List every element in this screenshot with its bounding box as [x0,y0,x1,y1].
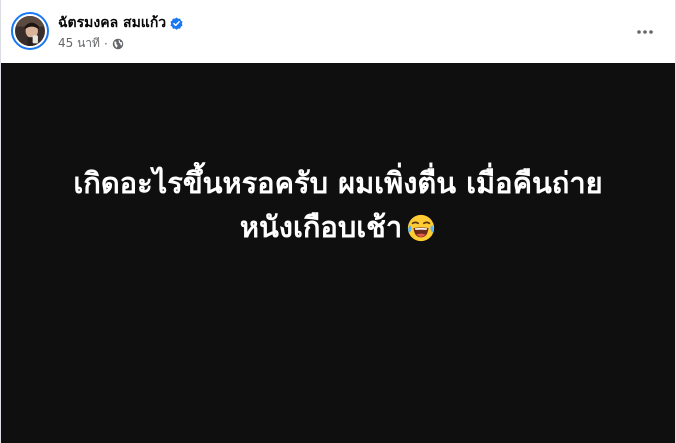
facebook-post: ฉัตรมงคล สมแก้ว 45 นาที · เกิดอะไรขึ้นหร… [0,0,676,443]
face-with-tears-of-joy-icon [406,213,436,243]
post-timestamp[interactable]: 45 นาที [58,34,100,53]
meta-separator: · [103,36,108,51]
post-header: ฉัตรมงคล สมแก้ว 45 นาที · [1,0,675,63]
globe-icon[interactable] [112,38,124,50]
more-horizontal-icon [635,22,655,42]
author-avatar[interactable] [11,12,49,50]
post-text-line-1: เกิดอะไรขึ้นหรอครับ ผมเพิ่งตื่น เมื่อคืน… [73,166,603,200]
author-name-row: ฉัตรมงคล สมแก้ว [58,12,183,34]
author-name[interactable]: ฉัตรมงคล สมแก้ว [58,12,166,34]
more-options-button[interactable] [627,14,663,50]
post-text: เกิดอะไรขึ้นหรอครับ ผมเพิ่งตื่น เมื่อคืน… [1,161,675,249]
post-text-background[interactable]: เกิดอะไรขึ้นหรอครับ ผมเพิ่งตื่น เมื่อคืน… [1,63,675,443]
post-meta: 45 นาที · [58,34,124,53]
verified-badge-icon [170,16,183,30]
post-text-line-2-wrap: หนังเกือบเช้า [1,205,675,249]
post-text-line-2: หนังเกือบเช้า [239,210,403,244]
profile-photo [15,16,45,46]
